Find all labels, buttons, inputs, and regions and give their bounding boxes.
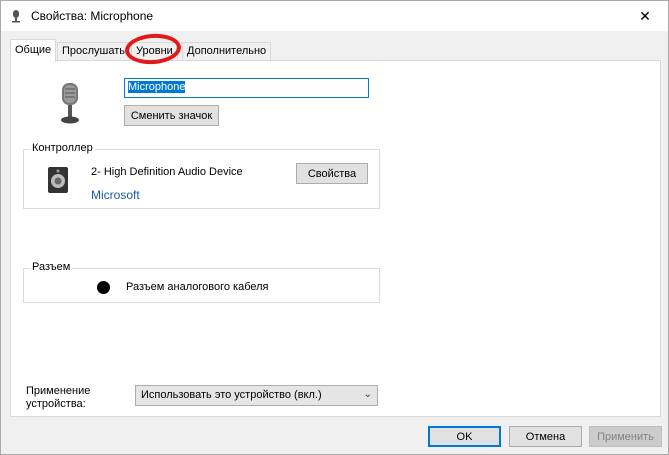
microphone-icon (61, 83, 79, 124)
controller-device-name: 2- High Definition Audio Device (91, 166, 243, 178)
jack-description: Разъем аналогового кабеля (126, 281, 269, 293)
controller-vendor-link[interactable]: Microsoft (91, 188, 140, 202)
device-usage-selected: Использовать это устройство (вкл.) (141, 389, 322, 401)
speaker-icon (48, 167, 68, 193)
tab-listen[interactable]: Прослушать (57, 42, 131, 61)
general-tab-panel: Microphone Сменить значок Контроллер 2- … (10, 60, 661, 417)
window-title: Свойства: Microphone (31, 9, 154, 23)
device-name-field[interactable]: Microphone (124, 78, 369, 98)
jack-group-label: Разъем (30, 261, 73, 273)
close-icon: ✕ (639, 7, 651, 24)
tab-advanced[interactable]: Дополнительно (182, 42, 272, 61)
chevron-down-icon: ⌄ (363, 389, 372, 400)
tab-general[interactable]: Общие (10, 39, 57, 62)
properties-dialog: Свойства: Microphone ✕ Общие Прослушать … (0, 0, 669, 455)
change-icon-button[interactable]: Сменить значок (124, 105, 219, 126)
device-name-value: Microphone (128, 81, 186, 93)
controller-group-label: Контроллер (30, 142, 95, 154)
device-usage-select[interactable]: Использовать это устройство (вкл.) ⌄ (135, 385, 378, 406)
ok-button[interactable]: OK (428, 426, 501, 447)
microphone-icon (12, 10, 20, 23)
title-bar: Свойства: Microphone ✕ (1, 1, 668, 31)
apply-button[interactable]: Применить (589, 426, 662, 447)
device-usage-label: Применение устройства: (26, 385, 91, 410)
controller-properties-button[interactable]: Свойства (296, 163, 368, 184)
jack-indicator (97, 281, 110, 294)
cancel-button[interactable]: Отмена (509, 426, 582, 447)
controller-group: Контроллер 2- High Definition Audio Devi… (23, 142, 380, 209)
close-button[interactable]: ✕ (622, 1, 668, 31)
jack-group: Разъем Разъем аналогового кабеля (23, 261, 380, 303)
